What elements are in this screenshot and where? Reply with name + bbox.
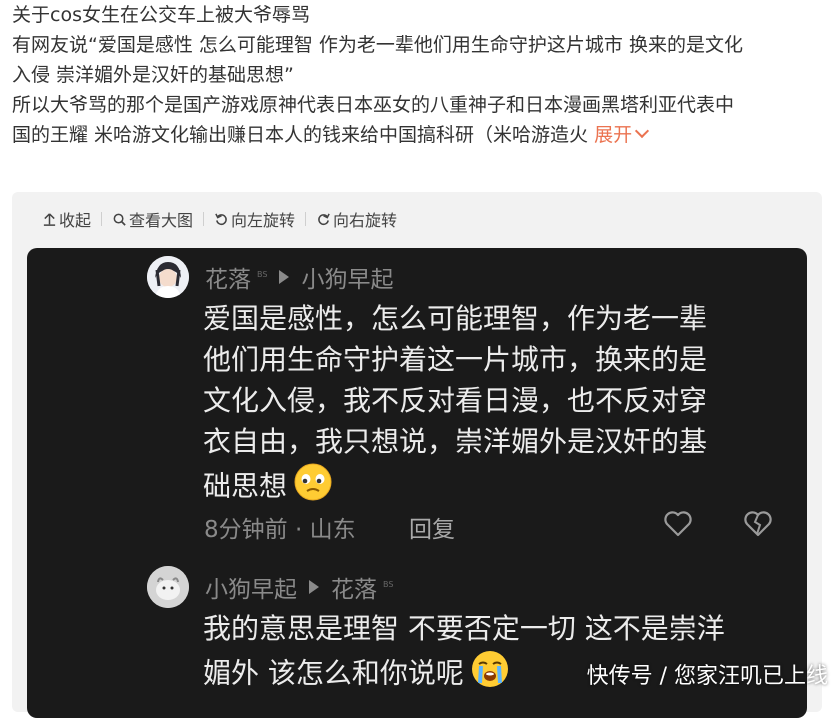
dislike-button[interactable] — [743, 510, 773, 542]
reply-to-user[interactable]: 花落 — [331, 570, 377, 604]
rotate-left-icon — [215, 213, 227, 225]
post-line: 有网友说“爱国是感性 怎么可能理智 作为老一辈他们用生命守护这片城市 换来的是文… — [12, 34, 743, 56]
rotate-right-icon — [318, 213, 330, 225]
avatar-illustration — [147, 256, 189, 298]
screenshot-image[interactable]: 花落 BS 小狗早起 爱国是感性，怎么可能理智，作为老一辈 他们用生命守护着这一… — [27, 248, 807, 718]
comment-line: 文化入侵，我不反对看日漫，也不反对穿 — [203, 384, 708, 417]
image-toolbar: 收起 查看大图 向左旋转 向右旋转 — [42, 200, 397, 238]
comment-author[interactable]: 花落 — [205, 260, 251, 294]
rotate-left-button[interactable]: 向左旋转 — [214, 207, 295, 231]
post-line: 关于cos女生在公交车上被大爷辱骂 — [12, 4, 310, 26]
comment-header: 花落 BS 小狗早起 — [205, 260, 393, 294]
divider — [203, 212, 205, 226]
post-line-last: 国的王耀 米哈游文化输出赚日本人的钱来给中国搞科研（米哈游造火 展开 — [12, 120, 828, 150]
watermark: 快传号 / 您家汪叽已上线 — [586, 664, 828, 689]
rotate-right-label: 向右旋转 — [333, 211, 398, 230]
heart-icon — [664, 511, 692, 537]
reply-arrow-icon — [309, 580, 319, 594]
avatar — [147, 566, 189, 608]
rotate-right-button[interactable]: 向右旋转 — [316, 207, 397, 231]
user-badge: BS — [383, 579, 394, 589]
broken-heart-icon — [744, 511, 772, 537]
search-icon — [113, 213, 126, 226]
comment-author[interactable]: 小狗早起 — [205, 570, 297, 604]
reply-to-user[interactable]: 小狗早起 — [301, 260, 393, 294]
comment-line: 础思想 — [203, 469, 288, 503]
divider — [305, 212, 307, 226]
avatar — [147, 256, 189, 298]
crying-emoji-icon — [470, 649, 510, 700]
comment-header: 小狗早起 花落 BS — [205, 570, 405, 604]
view-large-button[interactable]: 查看大图 — [112, 207, 193, 231]
reply-arrow-icon — [279, 270, 290, 284]
post-line: 所以大爷骂的那个是国产游戏原神代表日本巫女的八重神子和日本漫画黑塔利亚代表中 — [12, 94, 735, 116]
like-button[interactable] — [663, 510, 693, 542]
comment-line: 他们用生命守护着这一片城市，换来的是 — [203, 343, 708, 376]
comment-meta: 8分钟前 · 山东 — [204, 517, 356, 543]
media-card: 收起 查看大图 向左旋转 向右旋转 花落 BS 小狗早起 爱国是感性，怎么可能理… — [12, 192, 822, 718]
collapse-button[interactable]: 收起 — [42, 207, 91, 231]
comment-line: 衣自由，我只想说，崇洋媚外是汉奸的基 — [203, 425, 708, 458]
avatar-illustration — [147, 566, 189, 608]
post-line: 国的王耀 米哈游文化输出赚日本人的钱来给中国搞科研（米哈游造火 — [12, 124, 589, 146]
arrow-up-icon — [43, 212, 56, 226]
collapse-label: 收起 — [59, 211, 92, 230]
divider — [101, 212, 103, 226]
worried-emoji-icon — [293, 462, 333, 513]
comment-line: 爱国是感性，怎么可能理智，作为老一辈 — [203, 302, 708, 335]
reply-button[interactable]: 回复 — [409, 510, 455, 544]
view-large-label: 查看大图 — [129, 211, 194, 230]
comment-line: 媚外 该怎么和你说呢 — [203, 656, 464, 690]
comment-body: 爱国是感性，怎么可能理智，作为老一辈 他们用生命守护着这一片城市，换来的是 文化… — [203, 298, 763, 513]
comment-line: 我的意思是理智 不要否定一切 这不是崇洋 — [203, 612, 725, 645]
user-badge: BS — [257, 269, 268, 279]
rotate-left-label: 向左旋转 — [231, 211, 296, 230]
expand-label: 展开 — [594, 124, 633, 146]
comment-line-last: 础思想 — [203, 462, 763, 513]
chevron-down-icon — [635, 123, 650, 139]
expand-link[interactable]: 展开 — [594, 123, 650, 146]
post-text: 关于cos女生在公交车上被大爷辱骂 有网友说“爱国是感性 怎么可能理智 作为老一… — [12, 0, 828, 150]
post-line: 入侵 崇洋媚外是汉奸的基础思想” — [12, 64, 294, 86]
